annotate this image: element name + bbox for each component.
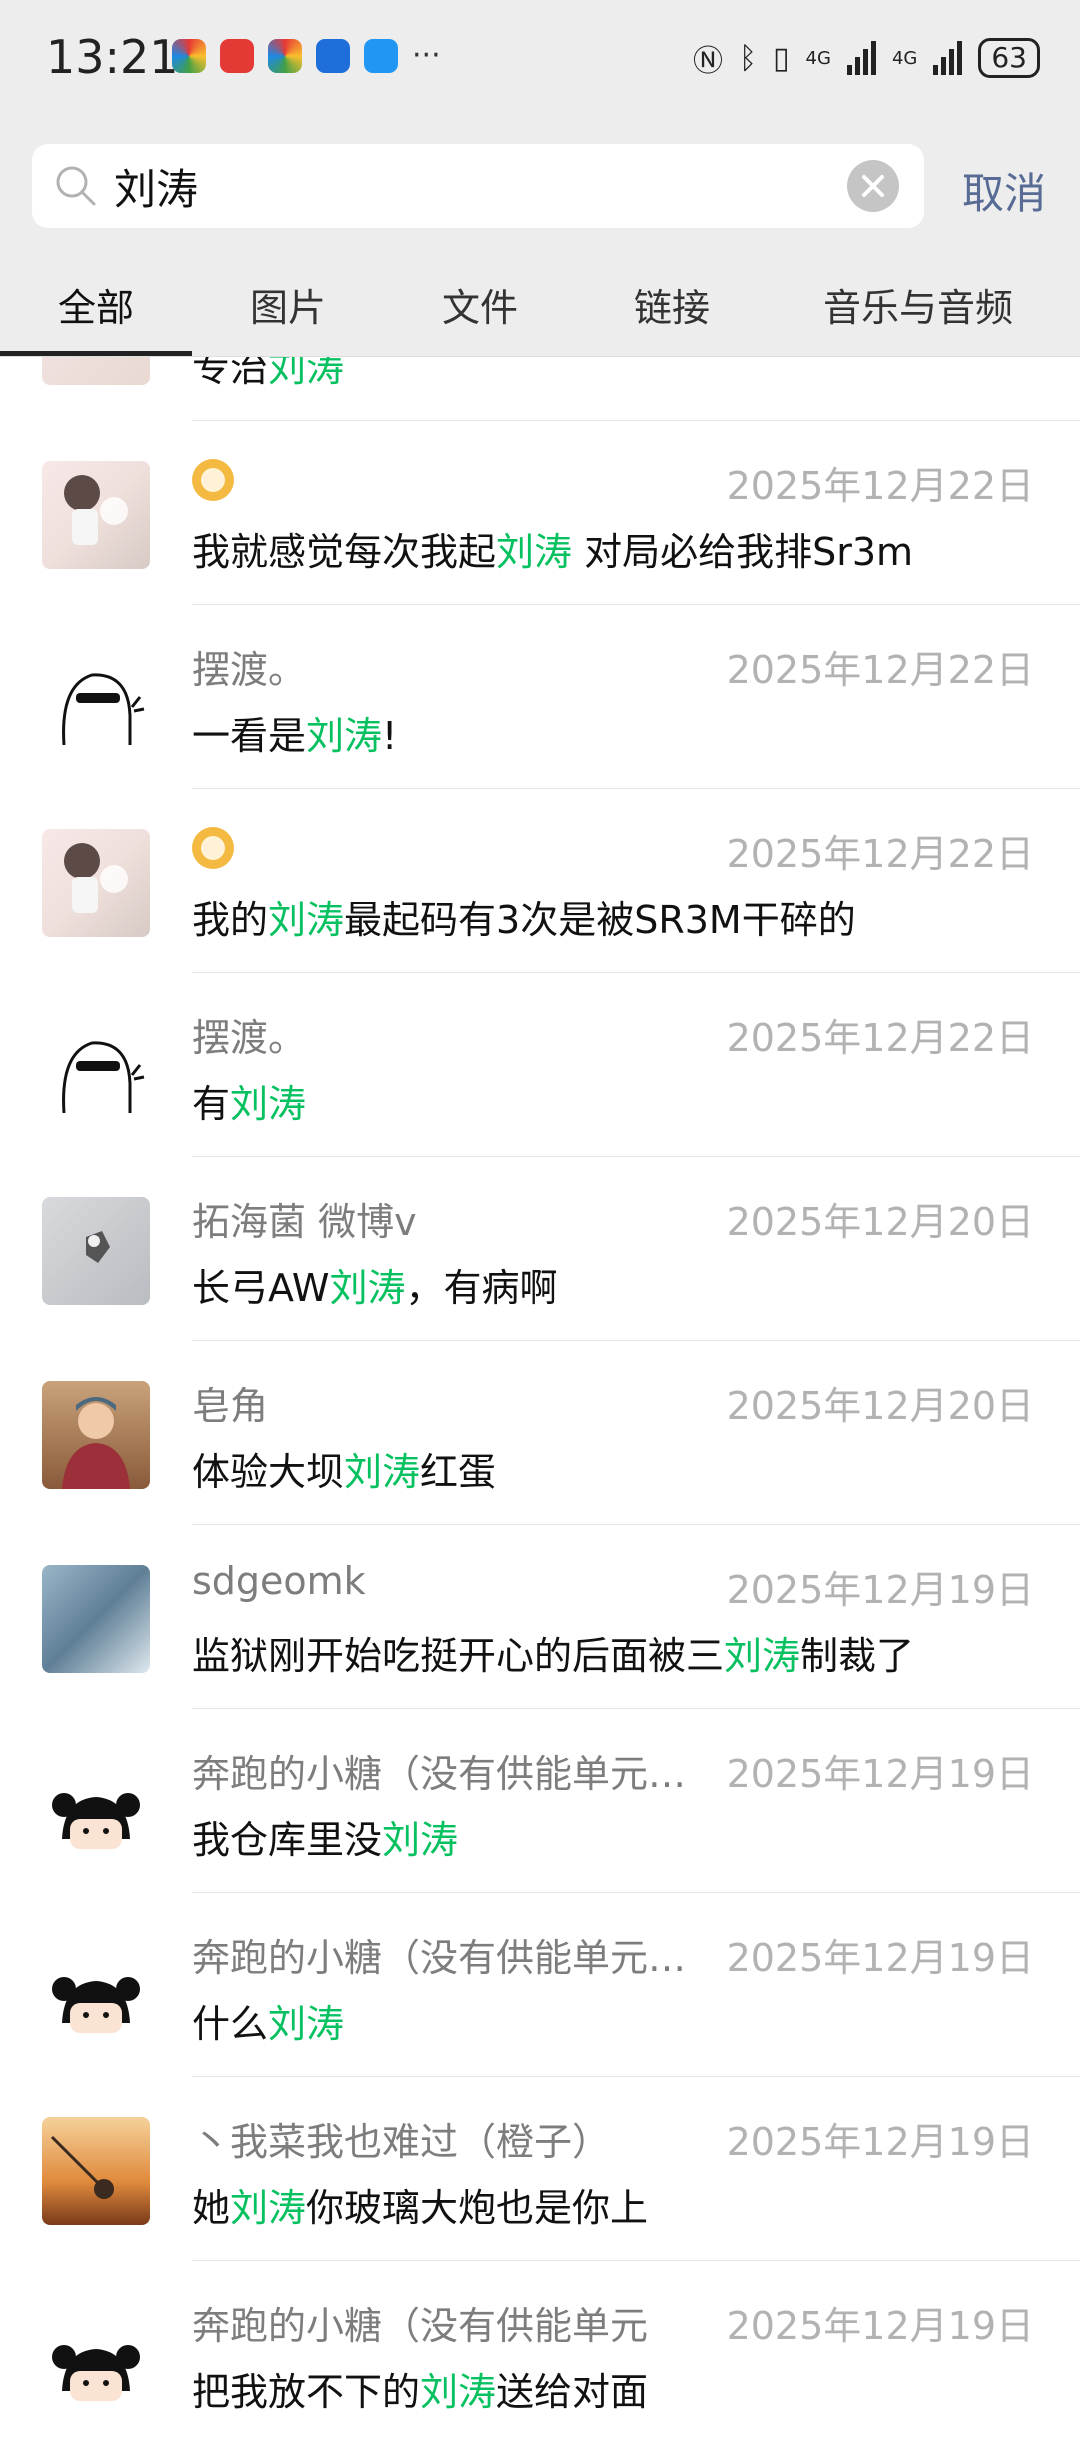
avatar <box>42 1013 150 1121</box>
result-row[interactable]: 奔跑的小糖（没有供能单元… 2025年12月19日 我仓库里没刘涛 <box>0 1709 1080 1893</box>
message-snippet: 专治刘涛 <box>192 357 345 390</box>
result-row[interactable]: 摆渡。 2025年12月22日 一看是刘涛! <box>0 605 1080 789</box>
message-snippet: 体验大坝刘涛红蛋 <box>192 1450 497 1494</box>
status-app-icons: ··· <box>172 38 441 73</box>
sender-name: 摆渡。 <box>192 648 307 692</box>
result-row[interactable]: 奔跑的小糖（没有供能单元… 2025年12月19日 什么刘涛 <box>0 1893 1080 2077</box>
result-row[interactable]: 摆渡。 2025年12月22日 有刘涛 <box>0 973 1080 1157</box>
nfc-icon: Ⓝ <box>693 44 724 79</box>
result-row[interactable]: sdgeomk 2025年12月19日 监狱刚开始吃挺开心的后面被三刘涛制裁了 <box>0 1525 1080 1709</box>
message-date: 2025年12月22日 <box>726 648 1034 692</box>
sender-name: 拓海菌 微博v <box>192 1200 417 1244</box>
huawei-app-icon <box>220 38 254 73</box>
search-input[interactable]: 刘涛 <box>32 144 924 228</box>
result-row[interactable]: 2025年12月22日 我就感觉每次我起刘涛 对局必给我排Sr3m <box>0 421 1080 605</box>
sender-name-emoji <box>192 823 722 869</box>
sender-name: 奔跑的小糖（没有供能单元… <box>192 1752 687 1796</box>
avatar <box>42 1381 150 1489</box>
result-row[interactable]: 2025年12月22日 我的刘涛最起码有3次是被SR3M干碎的 <box>0 789 1080 973</box>
message-date: 2025年12月19日 <box>726 1568 1034 1612</box>
avatar <box>42 2301 150 2409</box>
more-notifications-icon: ··· <box>412 38 441 73</box>
sender-name: 奔跑的小糖（没有供能单元 <box>192 2304 649 2348</box>
message-snippet: 有刘涛 <box>192 1082 307 1126</box>
message-snippet: 我仓库里没刘涛 <box>192 1818 459 1862</box>
tab-all[interactable]: 全部 <box>0 277 192 332</box>
result-row[interactable]: 拓海菌 微博v 2025年12月20日 长弓AW刘涛，有病啊 <box>0 1157 1080 1341</box>
active-tab-indicator <box>0 351 192 356</box>
message-date: 2025年12月22日 <box>726 832 1034 876</box>
signal-icon <box>846 41 876 75</box>
network-label: 4G <box>891 47 918 69</box>
tab-links[interactable]: 链接 <box>576 277 768 332</box>
avatar <box>42 645 150 753</box>
message-date: 2025年12月20日 <box>726 1384 1034 1428</box>
tab-files[interactable]: 文件 <box>384 277 576 332</box>
avatar <box>42 829 150 937</box>
message-snippet: 我的刘涛最起码有3次是被SR3M干碎的 <box>192 898 856 942</box>
message-snippet: 我就感觉每次我起刘涛 对局必给我排Sr3m <box>192 530 914 574</box>
tab-images[interactable]: 图片 <box>192 277 384 332</box>
status-time: 13:21 <box>46 30 179 84</box>
battery-indicator: 63 <box>978 38 1040 78</box>
sender-name: 摆渡。 <box>192 1016 307 1060</box>
message-date: 2025年12月22日 <box>726 464 1034 508</box>
filter-tabs: 全部 图片 文件 链接 音乐与音频 <box>0 252 1080 357</box>
lion-face-icon <box>192 458 234 501</box>
sender-name-emoji <box>192 455 722 501</box>
message-app-icon <box>364 38 398 73</box>
clear-icon[interactable] <box>846 159 900 213</box>
result-row[interactable]: 专治刘涛 <box>0 357 1080 421</box>
avatar <box>42 461 150 569</box>
message-snippet: 她刘涛你玻璃大炮也是你上 <box>192 2186 649 2230</box>
app-icon <box>316 38 350 73</box>
network-label: 4G <box>805 47 831 69</box>
result-row[interactable]: 奔跑的小糖（没有供能单元 2025年12月19日 把我放不下的刘涛送给对面 <box>0 2261 1080 2441</box>
sender-name: 丶我菜我也难过（橙子） <box>192 2120 611 2164</box>
message-snippet: 一看是刘涛! <box>192 714 398 758</box>
app-icon <box>268 38 302 73</box>
sender-name: sdgeomk <box>192 1559 366 1603</box>
message-date: 2025年12月20日 <box>726 1200 1034 1244</box>
status-bar: 13:21 ··· Ⓝ ᛒ ▯ 4G 4G 63 <box>0 0 1080 120</box>
message-date: 2025年12月19日 <box>726 2120 1034 2164</box>
sender-name: 皂角 <box>192 1384 269 1428</box>
search-query[interactable]: 刘涛 <box>114 156 846 217</box>
avatar <box>42 1197 150 1305</box>
avatar <box>42 1565 150 1673</box>
avatar <box>42 1933 150 2041</box>
message-date: 2025年12月19日 <box>726 2304 1034 2348</box>
message-date: 2025年12月19日 <box>726 1936 1034 1980</box>
search-results-list: 专治刘涛 2025年12月22日 我就感觉每次我起刘涛 对局必给我排Sr3m 摆… <box>0 357 1080 2441</box>
tab-music-audio[interactable]: 音乐与音频 <box>768 277 1068 332</box>
avatar <box>42 1749 150 1857</box>
search-area: 刘涛 取消 <box>0 120 1080 252</box>
avatar <box>42 2117 150 2225</box>
cancel-button[interactable]: 取消 <box>962 160 1046 221</box>
sender-name: 奔跑的小糖（没有供能单元… <box>192 1936 687 1980</box>
status-indicators: Ⓝ ᛒ ▯ 4G 4G 63 <box>693 36 1040 80</box>
vibrate-icon: ▯ <box>773 40 790 76</box>
search-icon <box>56 166 96 206</box>
avatar <box>42 357 150 385</box>
lion-face-icon <box>192 826 234 869</box>
message-date: 2025年12月19日 <box>726 1752 1034 1796</box>
result-row[interactable]: 丶我菜我也难过（橙子） 2025年12月19日 她刘涛你玻璃大炮也是你上 <box>0 2077 1080 2261</box>
bluetooth-icon: ᛒ <box>739 40 758 76</box>
message-snippet: 监狱刚开始吃挺开心的后面被三刘涛制裁了 <box>192 1634 915 1678</box>
result-row[interactable]: 皂角 2025年12月20日 体验大坝刘涛红蛋 <box>0 1341 1080 1525</box>
app-icon <box>172 38 206 73</box>
message-snippet: 什么刘涛 <box>192 2002 345 2046</box>
signal-icon <box>933 41 963 75</box>
message-snippet: 把我放不下的刘涛送给对面 <box>192 2370 649 2414</box>
message-date: 2025年12月22日 <box>726 1016 1034 1060</box>
message-snippet: 长弓AW刘涛，有病啊 <box>192 1266 558 1310</box>
